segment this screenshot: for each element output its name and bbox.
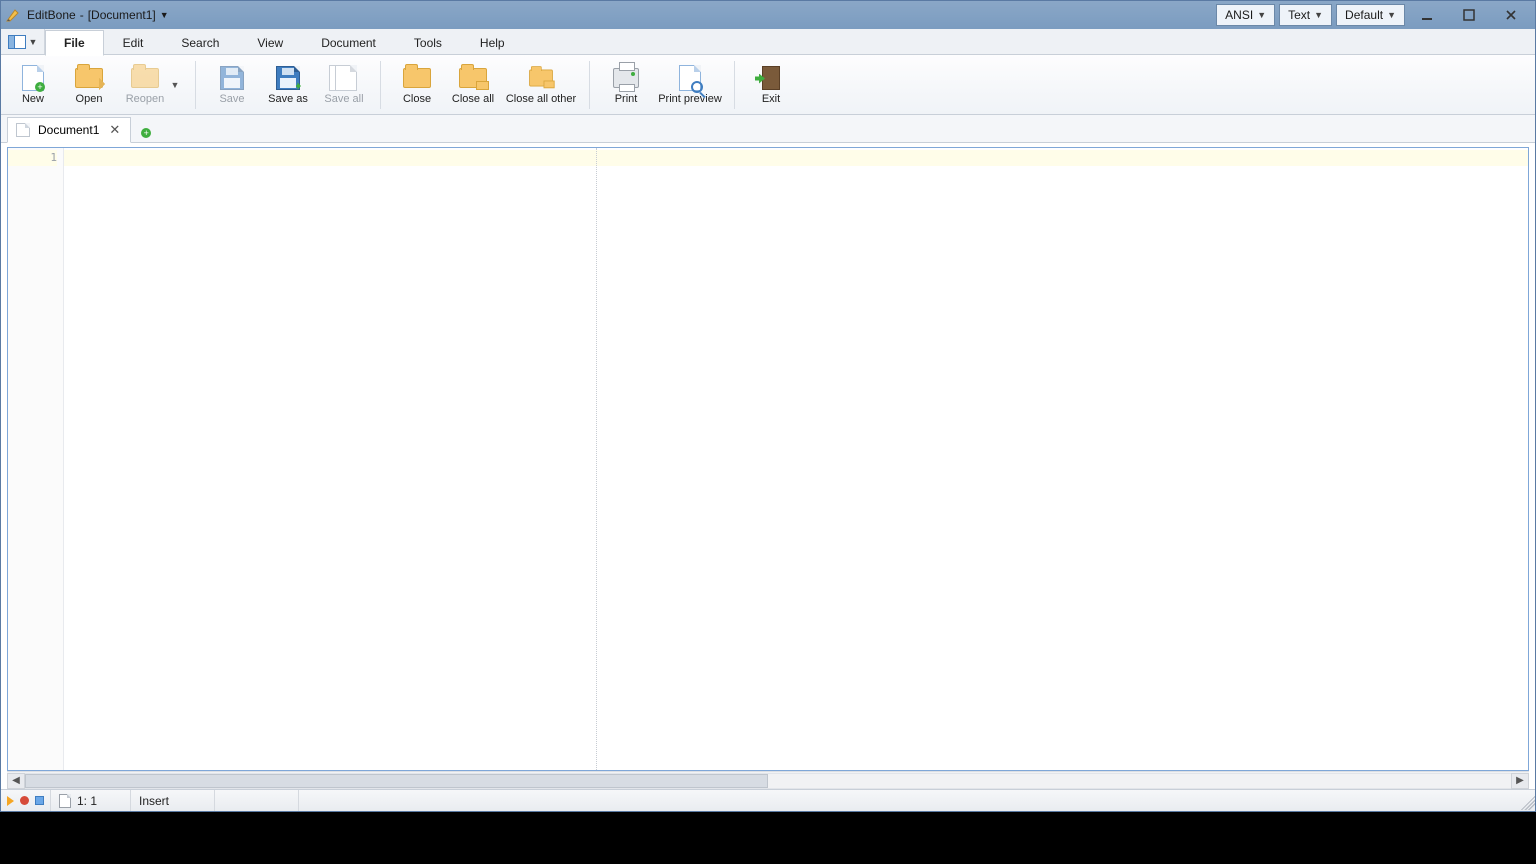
minimize-button[interactable]	[1407, 4, 1447, 26]
close-folder-icon	[402, 65, 432, 91]
status-empty-1	[215, 790, 299, 811]
insert-mode-text: Insert	[139, 794, 169, 808]
ribbon-saveall[interactable]: Save all	[316, 57, 372, 113]
menu-tools[interactable]: Tools	[395, 29, 461, 55]
document-tab-bar: Document1 ✕ +	[1, 115, 1535, 143]
printer-icon	[611, 65, 641, 91]
save-icon	[217, 65, 247, 91]
ribbon-print[interactable]: Print	[598, 57, 654, 113]
current-doc-text: [Document1]	[88, 8, 156, 22]
menu-edit[interactable]: Edit	[104, 29, 163, 55]
scroll-left-button[interactable]: ◀	[7, 773, 25, 789]
app-icon	[5, 7, 21, 23]
scroll-thumb[interactable]	[25, 774, 768, 788]
layout-icon	[8, 35, 26, 49]
maximize-button[interactable]	[1449, 4, 1489, 26]
caret-down-icon: ▼	[1387, 10, 1396, 20]
editor-text-area[interactable]	[64, 148, 1528, 770]
open-folder-icon	[74, 65, 104, 91]
macro-controls	[1, 790, 51, 811]
separator	[380, 61, 381, 109]
ribbon-save[interactable]: Save	[204, 57, 260, 113]
macro-record-icon[interactable]	[20, 796, 29, 805]
ribbon-file: + New Open Reopen ▼ Save Save as Save al…	[1, 55, 1535, 115]
ribbon-exit[interactable]: Exit	[743, 57, 799, 113]
app-name-text: EditBone	[27, 8, 76, 22]
highlighter-dropdown[interactable]: Default▼	[1336, 4, 1405, 26]
menu-search[interactable]: Search	[162, 29, 238, 55]
document-tab-label: Document1	[38, 123, 99, 137]
status-insert-mode[interactable]: Insert	[131, 790, 215, 811]
close-button[interactable]	[1491, 4, 1531, 26]
maximize-icon	[1463, 9, 1475, 21]
ribbon-new[interactable]: + New	[5, 57, 61, 113]
menu-row: ▼ File Edit Search View Document Tools H…	[1, 29, 1535, 55]
ribbon-closeallother[interactable]: Close all other	[501, 57, 581, 113]
menu-tabs: File Edit Search View Document Tools Hel…	[45, 29, 524, 55]
tab-close-button[interactable]: ✕	[107, 122, 122, 138]
right-margin-guide	[596, 148, 597, 770]
separator	[734, 61, 735, 109]
close-all-icon	[458, 65, 488, 91]
menu-view[interactable]: View	[238, 29, 302, 55]
filetype-dropdown[interactable]: Text▼	[1279, 4, 1332, 26]
separator	[195, 61, 196, 109]
scroll-right-button[interactable]: ▶	[1511, 773, 1529, 789]
menu-help[interactable]: Help	[461, 29, 524, 55]
new-document-icon: +	[18, 65, 48, 91]
macro-play-icon[interactable]	[7, 796, 14, 806]
horizontal-scrollbar[interactable]: ◀ ▶	[7, 771, 1529, 789]
document-tab[interactable]: Document1 ✕	[7, 117, 131, 143]
status-bar: 1: 1 Insert	[1, 789, 1535, 811]
caret-down-icon: ▼	[171, 80, 180, 90]
menu-file[interactable]: File	[45, 30, 104, 56]
exit-icon	[756, 65, 786, 91]
ribbon-saveas[interactable]: Save as	[260, 57, 316, 113]
caret-down-icon: ▼	[160, 10, 169, 20]
title-bar: EditBone - [Document1] ▼ ANSI▼ Text▼ Def…	[1, 1, 1535, 29]
status-position: 1: 1	[51, 790, 131, 811]
app-window: EditBone - [Document1] ▼ ANSI▼ Text▼ Def…	[0, 0, 1536, 812]
document-icon	[59, 794, 71, 808]
editor-container: 1 ◀ ▶	[1, 143, 1535, 789]
resize-grip[interactable]	[1517, 792, 1535, 810]
cursor-position-text: 1: 1	[77, 794, 97, 808]
ribbon-closeall[interactable]: Close all	[445, 57, 501, 113]
ribbon-open[interactable]: Open	[61, 57, 117, 113]
caret-down-icon: ▼	[1314, 10, 1323, 20]
encoding-dropdown[interactable]: ANSI▼	[1216, 4, 1275, 26]
current-line-highlight	[64, 150, 1528, 166]
ribbon-reopen[interactable]: Reopen	[117, 57, 173, 113]
macro-stop-icon[interactable]	[35, 796, 44, 805]
reopen-folder-icon	[130, 65, 160, 91]
save-as-icon	[273, 65, 303, 91]
layout-view-dropdown[interactable]: ▼	[1, 29, 45, 54]
line-number-gutter: 1	[8, 148, 64, 770]
reopen-dropdown[interactable]: ▼	[169, 80, 181, 90]
new-document-tab-button[interactable]: +	[137, 118, 159, 140]
caret-down-icon: ▼	[1257, 10, 1266, 20]
minimize-icon	[1421, 9, 1433, 21]
close-all-other-icon	[526, 65, 556, 91]
separator	[589, 61, 590, 109]
text-editor[interactable]: 1	[7, 147, 1529, 771]
line-number: 1	[8, 150, 57, 166]
ribbon-printpreview[interactable]: Print preview	[654, 57, 726, 113]
close-icon	[1505, 9, 1517, 21]
document-icon	[16, 123, 30, 137]
window-title[interactable]: EditBone - [Document1] ▼	[27, 8, 169, 22]
menu-document[interactable]: Document	[302, 29, 395, 55]
status-spacer	[299, 790, 1517, 811]
print-preview-icon	[675, 65, 705, 91]
ribbon-close[interactable]: Close	[389, 57, 445, 113]
save-all-icon	[329, 65, 359, 91]
scroll-track[interactable]	[25, 773, 1511, 789]
caret-down-icon: ▼	[29, 37, 38, 47]
